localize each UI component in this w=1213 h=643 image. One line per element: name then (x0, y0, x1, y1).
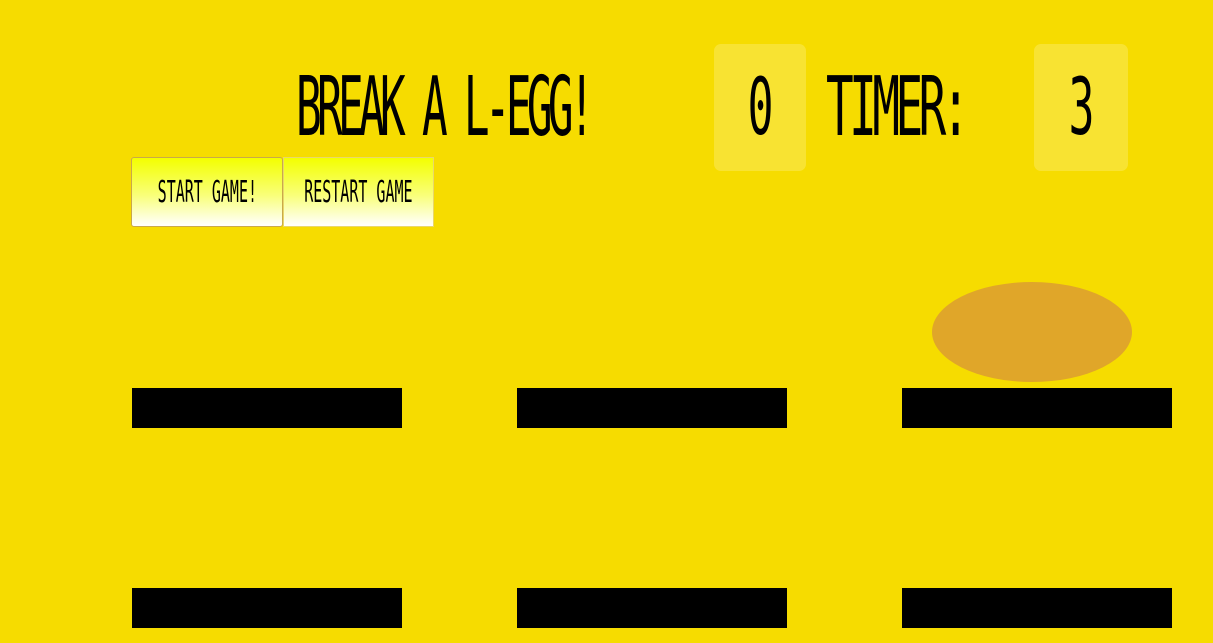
timer-value: 3 (1068, 62, 1094, 153)
hole-5[interactable] (517, 588, 787, 628)
score-value: 0 (747, 62, 773, 153)
game-screen: BREAK A L-EGG! 0 TIMER: 3 START GAME! RE… (0, 0, 1213, 643)
hole-3[interactable] (902, 388, 1172, 428)
hole-6[interactable] (902, 588, 1172, 628)
egg[interactable] (932, 282, 1132, 382)
timer-label: TIMER: (826, 60, 969, 155)
start-game-label: START GAME! (157, 174, 257, 210)
timer-display: 3 (1034, 44, 1128, 171)
hole-4[interactable] (132, 588, 402, 628)
restart-game-label: RESTART GAME (304, 174, 413, 210)
game-title: BREAK A L-EGG! (296, 60, 595, 155)
start-game-button[interactable]: START GAME! (131, 157, 283, 227)
hole-2[interactable] (517, 388, 787, 428)
score-display: 0 (714, 44, 806, 171)
restart-game-button[interactable]: RESTART GAME (283, 157, 434, 227)
hole-1[interactable] (132, 388, 402, 428)
